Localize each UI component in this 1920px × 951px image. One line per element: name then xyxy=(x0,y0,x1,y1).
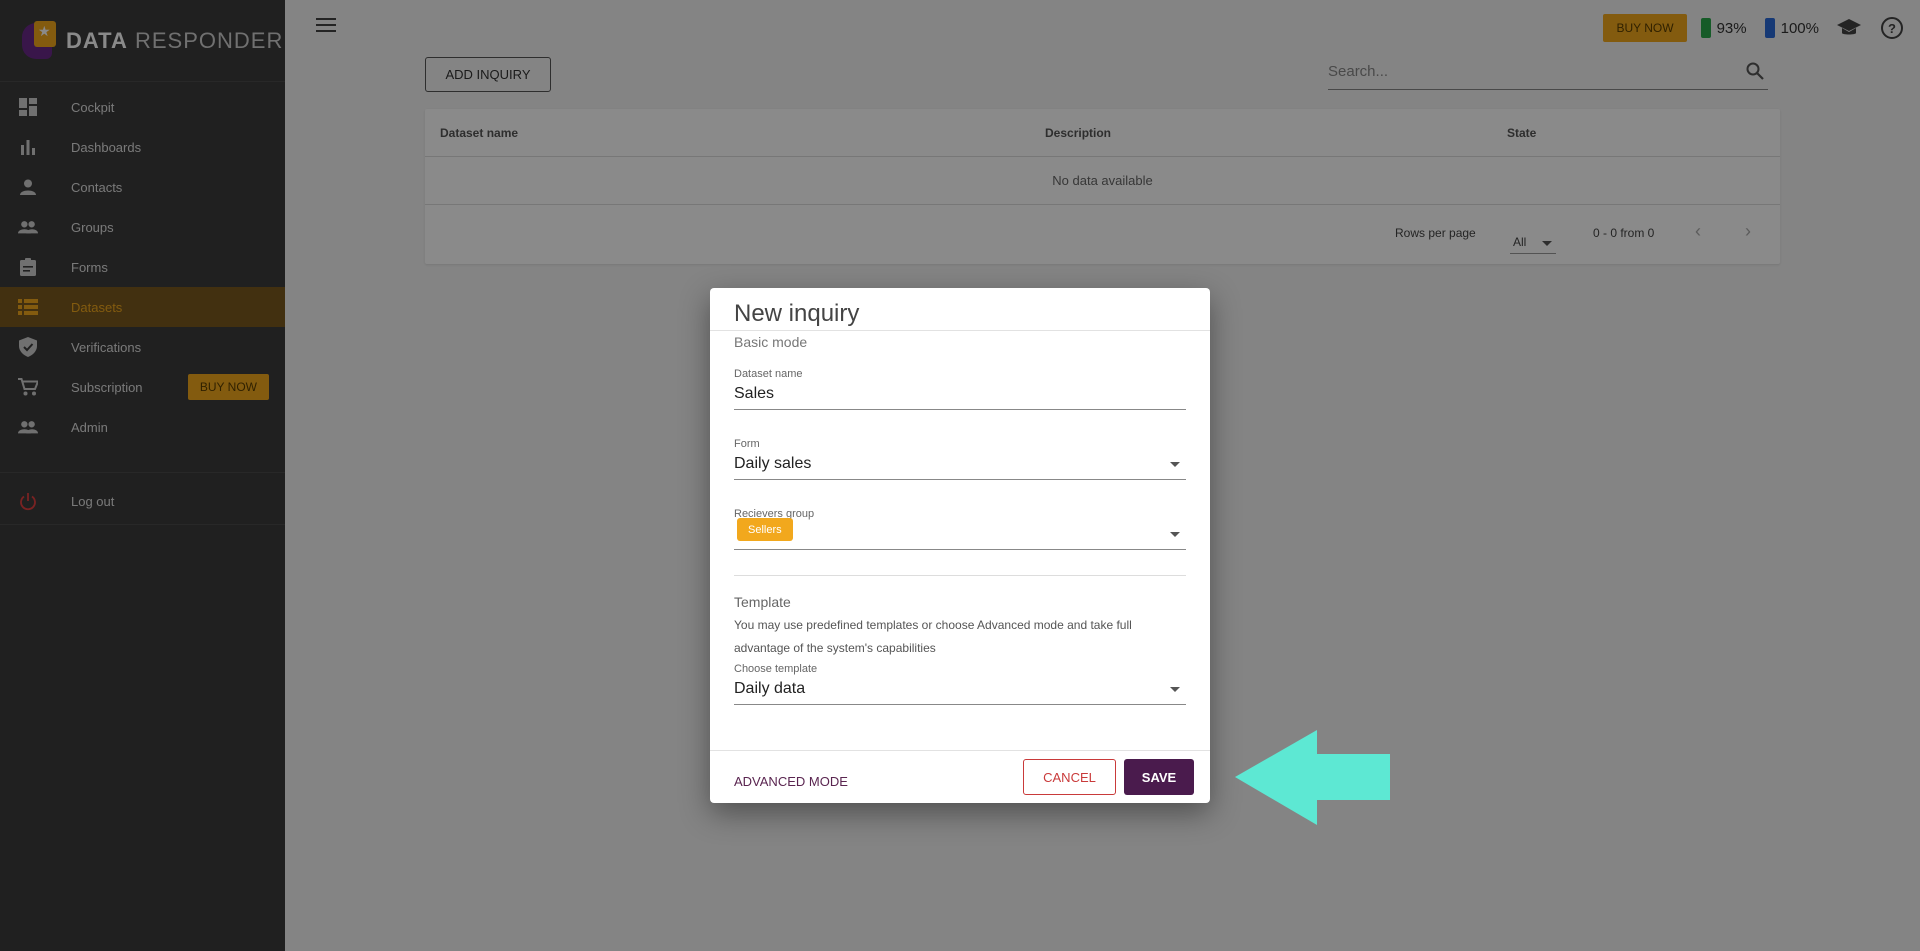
chevron-down-icon xyxy=(1170,462,1180,467)
choose-template-select[interactable]: Choose template Daily data xyxy=(734,663,1186,705)
dialog-divider xyxy=(710,330,1210,331)
form-select[interactable]: Form Daily sales xyxy=(734,438,1186,480)
dialog-mode-label: Basic mode xyxy=(734,334,808,350)
save-button[interactable]: SAVE xyxy=(1124,759,1194,795)
cancel-button[interactable]: CANCEL xyxy=(1023,759,1116,795)
receivers-group-select[interactable]: Recievers group Sellers xyxy=(734,508,1186,550)
dataset-name-label: Dataset name xyxy=(734,368,803,380)
dialog-title: New inquiry xyxy=(734,300,860,327)
template-section-title: Template xyxy=(734,594,791,610)
form-label: Form xyxy=(734,438,760,450)
annotation-arrow-icon xyxy=(1235,730,1390,825)
dataset-name-field[interactable]: Dataset name Sales xyxy=(734,368,1186,410)
chevron-down-icon xyxy=(1170,532,1180,537)
dialog-footer-divider xyxy=(710,750,1210,751)
choose-template-label: Choose template xyxy=(734,663,818,675)
template-description: You may use predefined templates or choo… xyxy=(734,618,1132,655)
form-value: Daily sales xyxy=(734,455,812,472)
choose-template-value: Daily data xyxy=(734,680,806,697)
chevron-down-icon xyxy=(1170,687,1180,692)
receivers-group-chip[interactable]: Sellers xyxy=(737,518,793,541)
new-inquiry-dialog: New inquiry Basic mode Dataset name Sale… xyxy=(710,288,1210,803)
dialog-section-divider xyxy=(734,575,1186,576)
advanced-mode-button[interactable]: ADVANCED MODE xyxy=(734,766,848,796)
dataset-name-value: Sales xyxy=(734,385,775,402)
